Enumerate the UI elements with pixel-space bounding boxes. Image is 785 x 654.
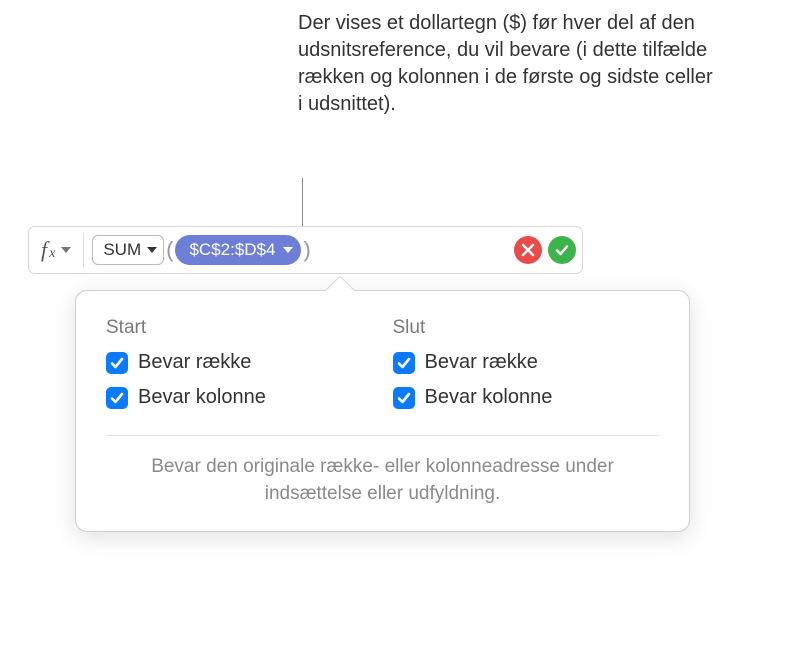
cancel-button[interactable] [514,236,542,264]
close-paren: ) [303,237,310,263]
popover-content-grid: Start Bevar række Bevar kolonne Slut B [106,317,659,421]
end-keep-row-label: Bevar række [425,351,538,374]
popover-arrow [324,275,355,306]
popover-explanation: Bevar den originale række- eller kolonne… [106,454,659,507]
range-reference-pill[interactable]: $C$2:$D$4 [175,235,301,265]
function-name-label: SUM [103,240,141,260]
check-icon [397,356,411,370]
end-keep-row[interactable]: Bevar række [393,351,660,374]
start-header: Start [106,317,373,339]
callout-leader-line [302,178,303,226]
chevron-down-icon [147,247,157,253]
chevron-down-icon [283,247,293,253]
checkbox-checked [393,352,415,374]
check-icon [555,243,569,257]
fx-label-x: x [49,246,55,262]
chevron-down-icon [61,247,71,253]
popover-divider [106,435,659,436]
open-paren: ( [166,237,173,263]
checkbox-checked [393,387,415,409]
confirm-button[interactable] [548,236,576,264]
start-keep-column-label: Bevar kolonne [138,386,266,409]
formula-input[interactable]: SUM ( $C$2:$D$4 ) [90,232,508,268]
preserve-reference-popover: Start Bevar række Bevar kolonne Slut B [75,290,690,532]
range-reference-label: $C$2:$D$4 [189,240,275,260]
start-keep-row-label: Bevar række [138,351,251,374]
x-icon [521,243,535,257]
checkbox-checked [106,352,128,374]
checkbox-checked [106,387,128,409]
check-icon [110,391,124,405]
start-keep-column[interactable]: Bevar kolonne [106,386,373,409]
formula-bar: f x SUM ( $C$2:$D$4 ) [28,226,583,274]
end-header: Slut [393,317,660,339]
callout-text: Der vises et dollartegn ($) før hver del… [298,10,718,118]
end-column: Slut Bevar række Bevar kolonne [393,317,660,421]
check-icon [110,356,124,370]
fx-label-f: f [41,237,47,263]
start-column: Start Bevar række Bevar kolonne [106,317,373,421]
formula-editor: f x SUM ( $C$2:$D$4 ) [28,226,583,274]
end-keep-column[interactable]: Bevar kolonne [393,386,660,409]
function-token-button[interactable]: SUM [92,235,164,265]
check-icon [397,391,411,405]
fx-menu-button[interactable]: f x [35,237,77,263]
start-keep-row[interactable]: Bevar række [106,351,373,374]
toolbar-divider [83,233,84,267]
end-keep-column-label: Bevar kolonne [425,386,553,409]
